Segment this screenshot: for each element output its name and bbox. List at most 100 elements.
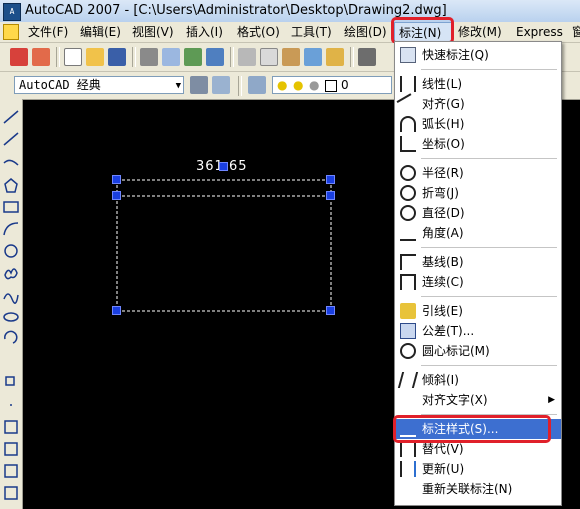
- menu-item-baseline[interactable]: 基线(B): [395, 252, 561, 272]
- table-icon[interactable]: [3, 485, 19, 501]
- insert-block-icon[interactable]: [3, 375, 19, 391]
- menu-item-quick-dimension[interactable]: 快速标注(Q): [395, 45, 561, 65]
- grip-text[interactable]: [219, 162, 228, 171]
- line-icon[interactable]: [3, 109, 19, 125]
- pdf-icon[interactable]: [10, 48, 28, 66]
- menu-item-aligned[interactable]: 对齐(G): [395, 93, 561, 117]
- menu-item-label: 对齐(G): [422, 97, 465, 111]
- save-icon[interactable]: [108, 48, 126, 66]
- workspace-icon[interactable]: [212, 76, 230, 94]
- autocad-app-icon[interactable]: A: [3, 3, 21, 21]
- circle-icon[interactable]: [3, 243, 19, 259]
- print-preview-icon[interactable]: [162, 48, 180, 66]
- leader-icon: [400, 303, 416, 319]
- workspace-value: AutoCAD 经典: [19, 78, 101, 92]
- menu-file[interactable]: 文件(F): [28, 22, 68, 42]
- menu-item-diameter[interactable]: 直径(D): [395, 203, 561, 223]
- grip-dimline-left[interactable]: [112, 175, 121, 184]
- grip-ext-right[interactable]: [326, 191, 335, 200]
- menu-item-align-text[interactable]: 对齐文字(X) ▶: [395, 390, 561, 410]
- rectangle-icon[interactable]: [3, 199, 19, 215]
- menu-item-radius[interactable]: 半径(R): [395, 163, 561, 183]
- paste-icon[interactable]: [282, 48, 300, 66]
- menu-highlight-annotation: [391, 17, 454, 44]
- menu-item-update[interactable]: 更新(U): [395, 459, 561, 479]
- menu-format[interactable]: 格式(O): [237, 22, 280, 42]
- menu-item-leader[interactable]: 引线(E): [395, 301, 561, 321]
- grip-dimline-right[interactable]: [326, 175, 335, 184]
- region-icon[interactable]: [3, 463, 19, 479]
- workspace-settings-icon[interactable]: [190, 76, 208, 94]
- grip-bottom-right[interactable]: [326, 306, 335, 315]
- menu-window[interactable]: 窗: [572, 22, 580, 42]
- menu-item-center-mark[interactable]: 圆心标记(M): [395, 341, 561, 361]
- drawing-area[interactable]: 361.65: [24, 100, 394, 509]
- ellipse-icon[interactable]: [3, 309, 19, 325]
- grip-bottom-left[interactable]: [112, 306, 121, 315]
- menu-item-label: 公差(T)...: [422, 324, 475, 338]
- menu-separator: [421, 296, 557, 297]
- lock-icon: ●: [309, 78, 320, 92]
- menu-item-label: 引线(E): [422, 304, 463, 318]
- pdf-export-icon[interactable]: [32, 48, 50, 66]
- center-mark-icon: [400, 343, 416, 359]
- window-title: AutoCAD 2007 - [C:\Users\Administrator\D…: [25, 3, 447, 18]
- menu-item-continue[interactable]: 连续(C): [395, 272, 561, 292]
- menu-item-label: 连续(C): [422, 275, 464, 289]
- menu-item-jogged[interactable]: 折弯(J): [395, 183, 561, 203]
- menu-item-label: 快速标注(Q): [422, 48, 489, 62]
- ellipse-arc-icon[interactable]: [3, 331, 19, 347]
- menu-item-reassociate[interactable]: 重新关联标注(N): [395, 479, 561, 499]
- layer-select[interactable]: ● ● ● 0: [272, 76, 392, 94]
- cut-icon[interactable]: [238, 48, 256, 66]
- match-properties-icon[interactable]: [304, 48, 322, 66]
- undo-icon[interactable]: [358, 48, 376, 66]
- menu-item-label: 线性(L): [422, 77, 463, 91]
- arc-icon[interactable]: [3, 221, 19, 237]
- revision-cloud-icon[interactable]: [3, 265, 19, 281]
- new-file-icon[interactable]: [64, 48, 82, 66]
- menu-item-arc-length[interactable]: 弧长(H): [395, 114, 561, 134]
- continue-icon: [400, 274, 416, 290]
- block-editor-icon[interactable]: [326, 48, 344, 66]
- menu-item-label: 折弯(J): [422, 186, 459, 200]
- radius-icon: [400, 165, 416, 181]
- point-icon[interactable]: [3, 397, 19, 413]
- menu-item-tolerance[interactable]: 公差(T)...: [395, 321, 561, 341]
- tolerance-icon: [400, 323, 416, 339]
- sun-icon: ●: [293, 78, 304, 92]
- menu-view[interactable]: 视图(V): [132, 22, 174, 42]
- menu-draw[interactable]: 绘图(D): [344, 22, 387, 42]
- grip-ext-left[interactable]: [112, 191, 121, 200]
- menu-express[interactable]: Express: [516, 22, 563, 42]
- menu-modify[interactable]: 修改(M): [458, 22, 502, 42]
- spline-icon[interactable]: [3, 289, 19, 305]
- override-icon: [400, 441, 416, 457]
- polygon-icon[interactable]: [3, 177, 19, 193]
- jogged-icon: [400, 185, 416, 201]
- menu-edit[interactable]: 编辑(E): [80, 22, 121, 42]
- menu-insert[interactable]: 插入(I): [186, 22, 223, 42]
- layer-manager-icon[interactable]: [248, 76, 266, 94]
- construction-line-icon[interactable]: [3, 131, 19, 147]
- open-folder-icon[interactable]: [86, 48, 104, 66]
- menu-item-ordinate[interactable]: 坐标(O): [395, 134, 561, 154]
- document-menu-icon[interactable]: [3, 24, 19, 40]
- baseline-icon: [400, 254, 416, 270]
- print-icon[interactable]: [140, 48, 158, 66]
- gradient-icon[interactable]: [3, 441, 19, 457]
- workspace-select[interactable]: AutoCAD 经典 ▼: [14, 76, 184, 94]
- polyline-icon[interactable]: [3, 153, 19, 169]
- menu-tools[interactable]: 工具(T): [291, 22, 332, 42]
- copy-icon[interactable]: [260, 48, 278, 66]
- publish-icon[interactable]: [184, 48, 202, 66]
- hatch-icon[interactable]: [3, 419, 19, 435]
- ordinate-icon: [400, 136, 416, 152]
- 3d-dwf-icon[interactable]: [206, 48, 224, 66]
- toolbar-separator: [350, 47, 354, 67]
- menu-item-linear[interactable]: 线性(L): [395, 74, 561, 94]
- menu-item-oblique[interactable]: 倾斜(I): [395, 370, 561, 390]
- menu-separator: [421, 247, 557, 248]
- color-swatch-icon: [325, 80, 337, 92]
- menu-item-angular[interactable]: 角度(A): [395, 223, 561, 243]
